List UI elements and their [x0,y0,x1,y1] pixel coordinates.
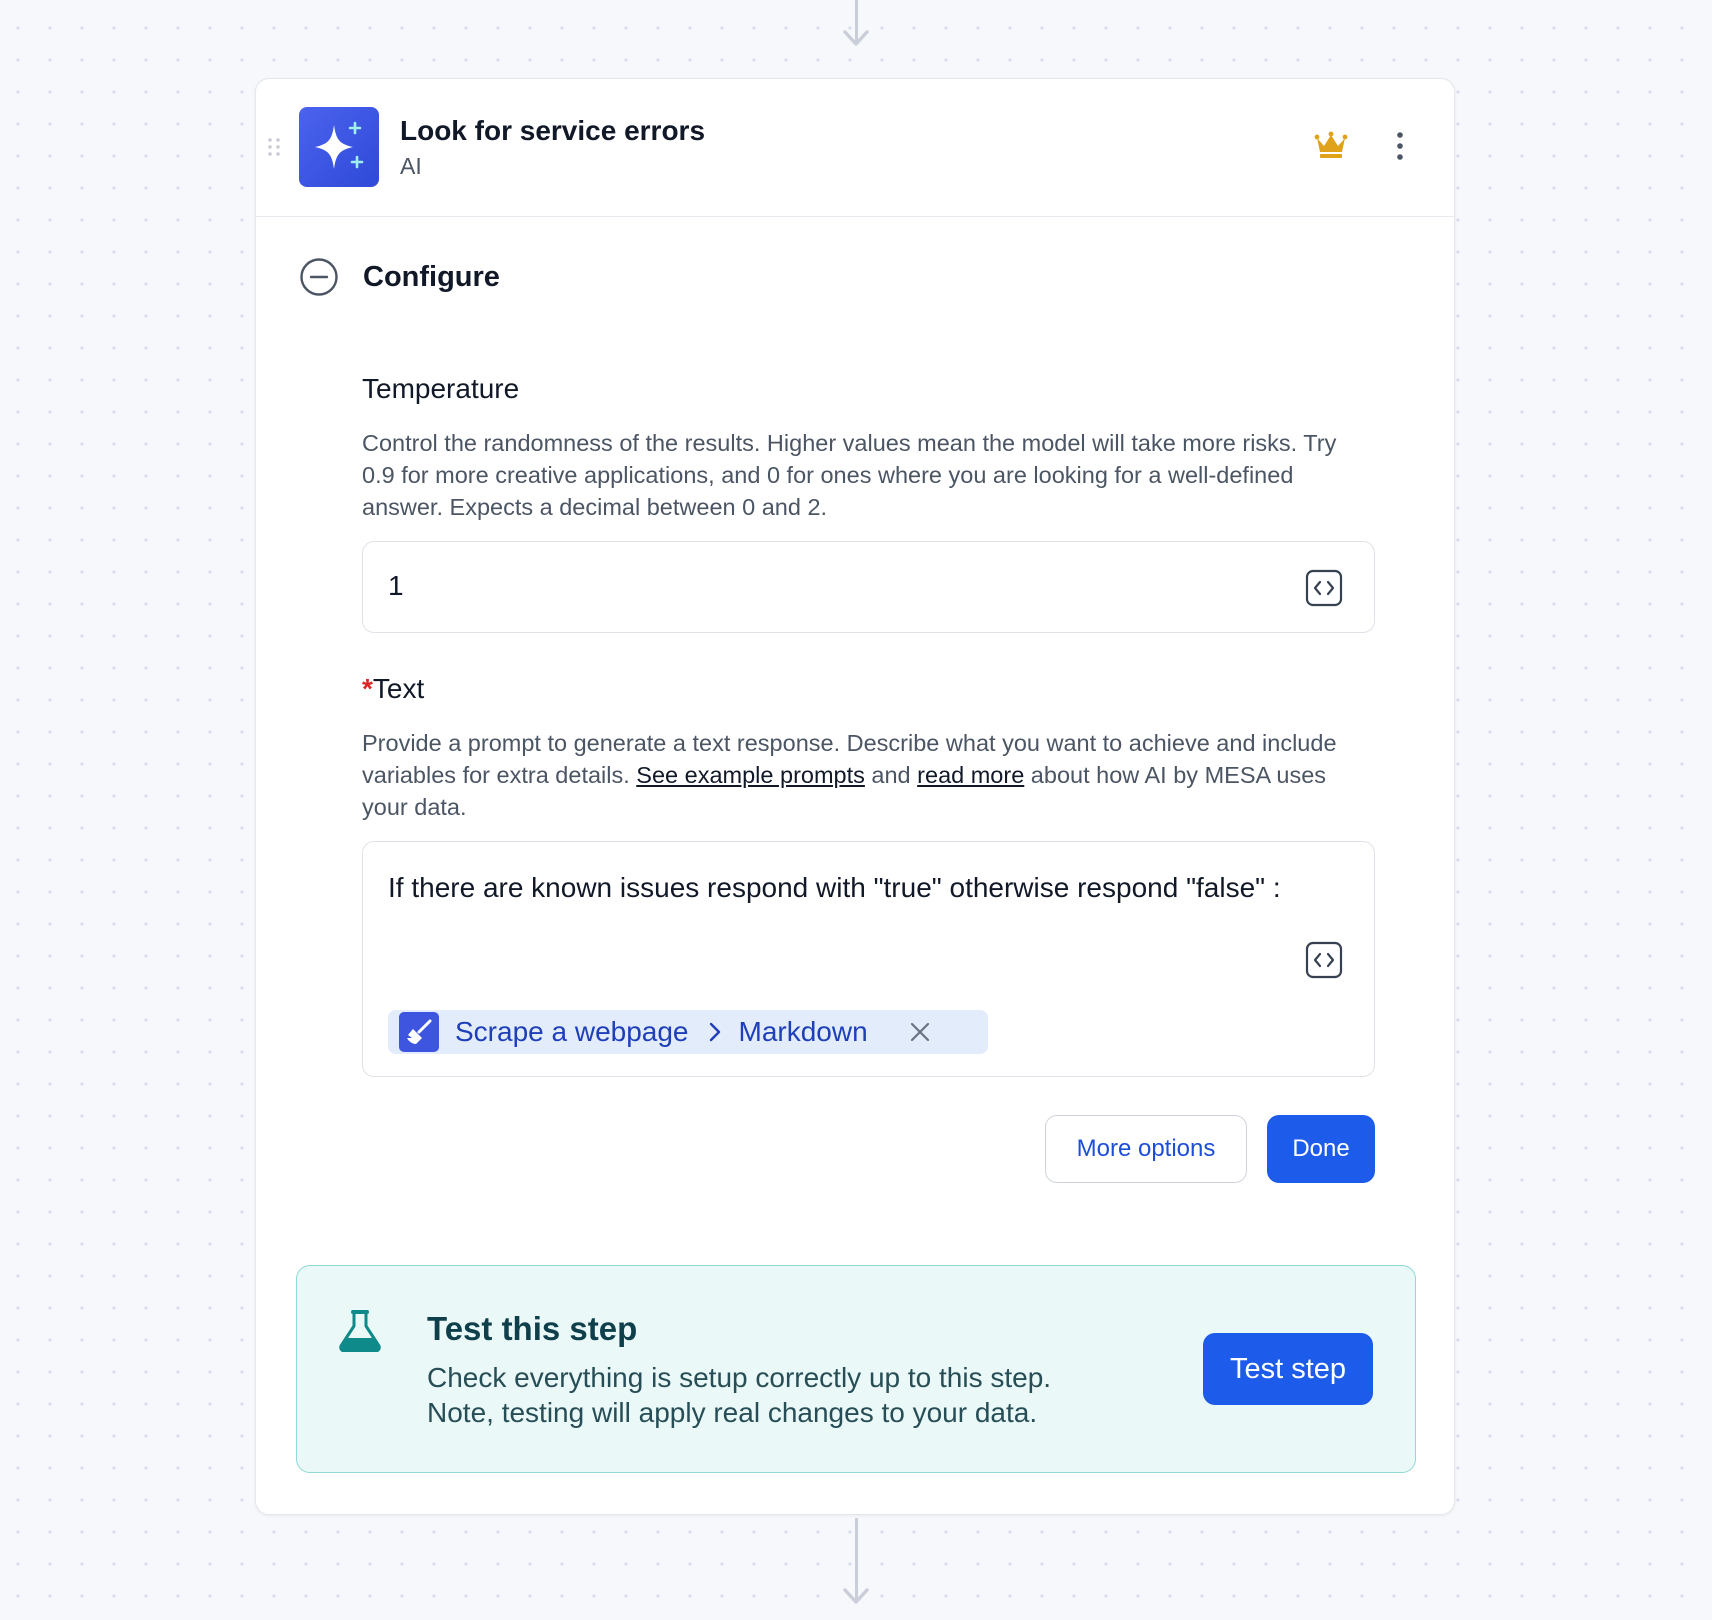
code-brackets-icon[interactable] [1305,569,1343,607]
test-step-description: Check everything is setup correctly up t… [427,1360,1127,1430]
text-label: *Text [362,673,424,705]
required-mark: * [362,673,373,704]
step-card-header: Look for service errors AI [256,79,1454,217]
temperature-value: 1 [388,570,404,601]
arrow-down-icon [843,30,869,46]
drag-handle-icon[interactable] [266,137,282,157]
close-icon[interactable] [908,1020,932,1044]
crown-icon [1314,131,1348,158]
test-step-title: Test this step [427,1310,638,1347]
configure-title: Configure [363,260,500,293]
minus-circle-icon [300,258,338,296]
kebab-menu-icon[interactable] [1388,129,1412,163]
variable-field: Markdown [738,1016,868,1047]
test-step-description-line-1: Check everything is setup correctly up t… [427,1362,1052,1393]
configure-section-toggle[interactable]: Configure [299,257,500,297]
more-options-button[interactable]: More options [1045,1115,1247,1183]
ai-app-icon [299,107,379,187]
variable-source: Scrape a webpage [455,1016,689,1047]
arrow-down-icon [843,1588,869,1604]
flask-icon [339,1310,381,1352]
step-title: Look for service errors [400,115,706,146]
text-label-text: Text [372,673,425,704]
temperature-label: Temperature [362,373,520,404]
step-subtitle: AI [400,153,422,179]
read-more-link[interactable]: read more [917,762,1024,788]
test-step-description-line-2: Note, testing will apply real changes to… [427,1397,1038,1428]
text-prompt-value: If there are known issues respond with "… [388,872,1281,903]
text-prompt-input[interactable]: If there are known issues respond with "… [362,841,1375,1077]
text-help: Provide a prompt to generate a text resp… [362,727,1352,823]
see-example-prompts-link[interactable]: See example prompts [636,762,865,788]
test-step-panel: Test this step Check everything is setup… [296,1265,1416,1473]
temperature-input[interactable]: 1 [362,541,1375,633]
variable-chip[interactable]: Scrape a webpage Markdown [388,1010,988,1054]
done-button[interactable]: Done [1267,1115,1375,1183]
step-card: Look for service errors AI Configure Tem… [255,78,1455,1515]
code-brackets-icon[interactable] [1305,941,1343,979]
test-step-button[interactable]: Test step [1203,1333,1373,1405]
temperature-help: Control the randomness of the results. H… [362,430,1337,520]
broom-icon [399,1012,439,1052]
sparkles-icon [315,121,364,169]
text-help-middle: and [864,762,918,788]
chevron-right-icon [709,1022,720,1042]
